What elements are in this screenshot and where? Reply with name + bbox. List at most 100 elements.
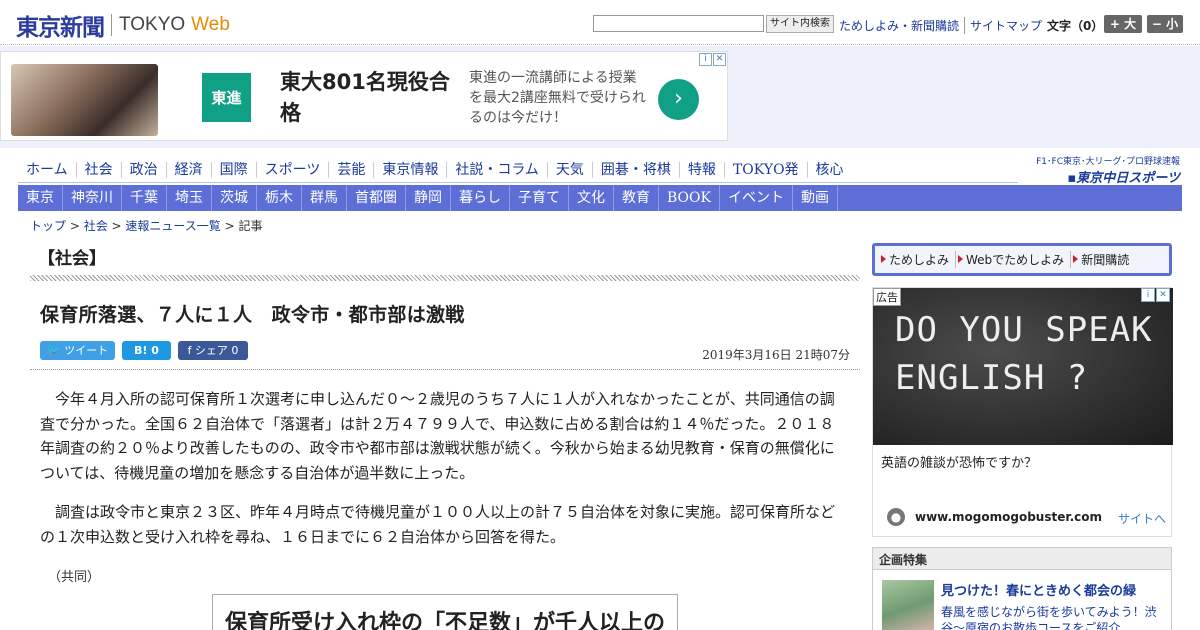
article-paragraph: 今年４月入所の認可保育所１次選考に申し込んだ０～２歳児のうち７人に１人が入れなか… (40, 390, 835, 482)
ad-choices: i ✕ (699, 53, 727, 67)
section-divider (30, 275, 860, 281)
ad-url: www.mogomogobuster.com (915, 510, 1102, 524)
nav-item-region[interactable]: 埼玉 (167, 185, 212, 211)
site-header: 東京新聞 TOKYO Web サイト内検索 ためしよみ・新聞購読 サイトマップ … (0, 0, 1200, 45)
section-title: 【社会】 (38, 249, 106, 269)
ad-headline: 東大801名現役合格 (280, 70, 450, 125)
breadcrumb-society[interactable]: 社会 (84, 219, 108, 233)
top-ad-banner[interactable]: 東進 東大801名現役合格 東進の一流講師による授業を最大2講座無料で受けられる… (0, 51, 728, 141)
tweet-label: ツイート (64, 344, 109, 357)
primary-nav: ホーム 社会 政治 経済 国際 スポーツ 芸能 東京情報 社説・コラム 天気 囲碁・将棋 特報 TOKY… (18, 157, 1018, 183)
nav-item-region[interactable]: 茨城 (212, 185, 257, 211)
breadcrumb-top[interactable]: トップ (30, 219, 66, 233)
nav-item-primary[interactable]: 社会 (75, 161, 121, 178)
article-date: 2019年3月16日 21時07分 (702, 348, 850, 362)
sports-logo-tagline: F1･FC東京･大リーグ･プロ野球速報 (1036, 157, 1180, 167)
logo-divider (111, 14, 112, 36)
ad-text: 英語の雑談が恐怖ですか？ (881, 456, 1038, 471)
nav-item-primary[interactable]: スポーツ (255, 161, 329, 178)
header-link-sitemap[interactable]: サイトマップ (964, 17, 1047, 34)
secondary-nav: 東京 神奈川 千葉 埼玉 茨城 栃木 群馬 首都圏 静岡 暮らし 子育て 文化 教育 BOOK イベント 動画 (18, 185, 1182, 211)
breadcrumb: トップ > 社会 > 速報ニュース一覧 > 記事 (30, 217, 263, 234)
header-links: ためしよみ・新聞購読 サイトマップ (834, 17, 1047, 34)
nav-item-primary[interactable]: 芸能 (328, 161, 373, 178)
nav-item-region[interactable]: 群馬 (302, 185, 347, 211)
facebook-share-button[interactable]: f シェア 0 (178, 341, 248, 360)
nav-item-primary[interactable]: 東京情報 (373, 161, 446, 178)
nav-item-primary[interactable]: 社説・コラム (446, 161, 547, 178)
logo-tokyo: TOKYO (119, 14, 186, 35)
font-size-label: 文字（0） (1047, 19, 1104, 33)
sports-logo-name: ▪東京中日スポーツ (1067, 171, 1180, 186)
tweet-button[interactable]: 🐦 ツイート (40, 341, 115, 360)
feature-title[interactable]: 見つけた！春にときめく都会の緑 (941, 580, 1136, 599)
logo-kanji: 東京新聞 (16, 14, 105, 41)
article-paragraph: 調査は政令市と東京２３区、昨年４月時点で待機児童が１００人以上の計７５自治体を対… (40, 503, 836, 546)
nav-item-region[interactable]: 教育 (614, 185, 659, 211)
nav-item-region[interactable]: BOOK (659, 185, 720, 211)
ad-body-text: 東進の一流講師による授業を最大2講座無料で受けられるのは今だけ！ (469, 70, 646, 126)
nav-item-region[interactable]: 千葉 (122, 185, 167, 211)
nav-item-region[interactable]: 栃木 (257, 185, 302, 211)
info-icon[interactable]: i (699, 53, 712, 66)
feature-thumbnail[interactable] (882, 580, 934, 630)
chalkboard-ad-image: DO YOU SPEAK ENGLISH ? (873, 288, 1173, 445)
info-icon[interactable]: i (1141, 288, 1155, 302)
nav-item-region[interactable]: イベント (720, 185, 793, 211)
nav-item-primary[interactable]: 政治 (120, 161, 166, 178)
nav-item-region[interactable]: 東京 (18, 185, 63, 211)
ad-label: 広告 (873, 288, 901, 306)
nav-item-primary[interactable]: 特報 (678, 161, 724, 178)
figure-title: 保育所受け入れ枠の「不足数」が千人以上の (225, 611, 666, 630)
nav-item-primary[interactable]: 囲碁・将棋 (591, 161, 679, 178)
ad-visit-link[interactable]: サイトへ (1118, 510, 1166, 527)
nav-item-primary[interactable]: 国際 (210, 161, 256, 178)
article-figure[interactable]: 保育所受け入れ枠の「不足数」が千人以上の (212, 594, 678, 630)
ad-choices: i ✕ (1141, 288, 1170, 302)
chevron-right-icon[interactable]: › (658, 79, 699, 120)
feature-description[interactable]: 春風を感じながら街を歩いてみよう！渋谷～原宿のお散歩コースをご紹介 (941, 604, 1166, 630)
sidebar-subscribe-links: ためしよみ Webでためしよみ 新聞購読 (872, 243, 1172, 276)
sidebar-link-trial[interactable]: ためしよみ (879, 251, 955, 268)
article-title: 保育所落選、７人に１人 政令市・都市部は激戦 (40, 304, 465, 326)
site-search-input[interactable] (593, 15, 764, 32)
breadcrumb-news-list[interactable]: 速報ニュース一覧 (125, 219, 220, 233)
font-smaller-button[interactable]: − 小 (1147, 15, 1183, 33)
close-icon[interactable]: ✕ (713, 53, 726, 66)
nav-item-primary[interactable]: TOKYO発 (723, 161, 807, 178)
nav-item-primary[interactable]: 核心 (806, 161, 852, 178)
breadcrumb-separator: > (220, 219, 239, 233)
nav-item-region[interactable]: 静岡 (406, 185, 451, 211)
tokyo-chunichi-sports-logo[interactable]: F1･FC東京･大リーグ･プロ野球速報 ▪東京中日スポーツ (1025, 154, 1180, 186)
feature-box: 企画特集 見つけた！春にときめく都会の緑 春風を感じながら街を歩いてみよう！渋谷… (872, 547, 1172, 630)
nav-item-region[interactable]: 神奈川 (63, 185, 122, 211)
nav-item-region[interactable]: 動画 (793, 185, 838, 211)
nav-item-primary[interactable]: ホーム (18, 162, 76, 178)
ad-brand-logo: 東進 (202, 73, 251, 122)
ad-photo (11, 64, 158, 136)
header-link-subscribe[interactable]: ためしよみ・新聞購読 (834, 17, 964, 34)
breadcrumb-separator: > (107, 219, 126, 233)
feature-heading: 企画特集 (873, 548, 1171, 570)
nav-item-primary[interactable]: 天気 (546, 161, 592, 178)
sidebar-ad[interactable]: DO YOU SPEAK ENGLISH ? 広告 i ✕ 英語の雑談が恐怖です… (872, 287, 1173, 537)
nav-item-region[interactable]: 首都圏 (347, 185, 406, 211)
twitter-bird-icon: 🐦 (46, 344, 65, 357)
site-logo[interactable]: 東京新聞 TOKYO Web (16, 8, 230, 42)
sidebar-link-web-trial[interactable]: Webでためしよみ (955, 251, 1070, 268)
close-icon[interactable]: ✕ (1156, 288, 1170, 302)
font-larger-button[interactable]: + 大 (1104, 15, 1142, 33)
article-credit: （共同） (48, 570, 101, 585)
chalkboard-text: DO YOU SPEAK ENGLISH ? (895, 310, 1153, 398)
hatena-bookmark-button[interactable]: B! 0 (122, 341, 171, 360)
logo-web: Web (191, 14, 230, 35)
breadcrumb-separator: > (66, 219, 84, 233)
title-divider (30, 369, 860, 370)
breadcrumb-current: 記事 (238, 219, 263, 233)
sidebar-link-subscribe[interactable]: 新聞購読 (1070, 251, 1135, 268)
nav-item-region[interactable]: 子育て (510, 185, 569, 211)
nav-item-region[interactable]: 暮らし (451, 185, 510, 211)
site-search-button[interactable]: サイト内検索 (766, 15, 834, 33)
nav-item-region[interactable]: 文化 (569, 185, 614, 211)
nav-item-primary[interactable]: 経済 (165, 161, 211, 178)
